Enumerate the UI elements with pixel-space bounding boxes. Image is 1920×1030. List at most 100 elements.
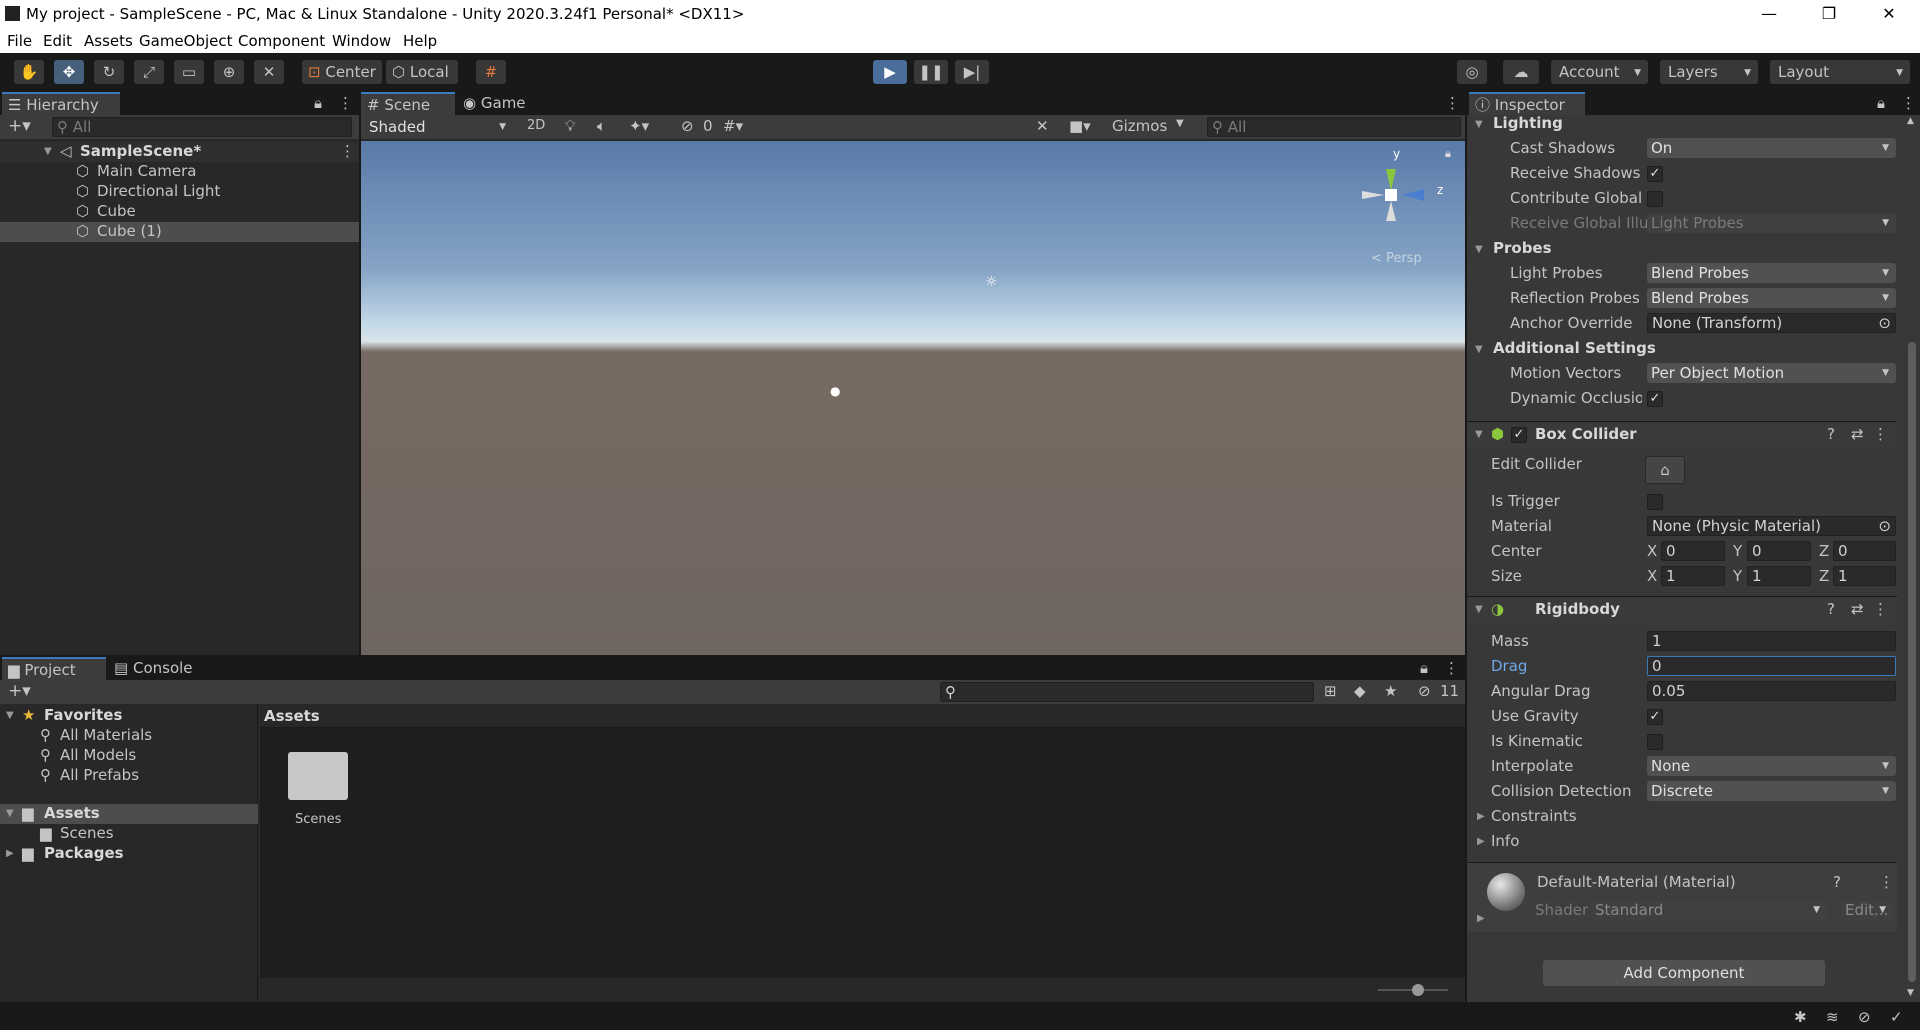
angular-drag-field[interactable]: 0.05 (1647, 681, 1896, 701)
scene-viewport[interactable]: ☼ ● y z 🔒︎ < Persp (361, 141, 1465, 655)
breadcrumb-assets[interactable]: Assets (264, 707, 320, 725)
tab-game[interactable]: ◉ Game (457, 92, 547, 115)
list-item[interactable]: ⬡ Cube (0, 202, 359, 222)
hierarchy-search-input[interactable]: ⚲ All (52, 117, 352, 137)
cast-shadows-dropdown[interactable]: On (1647, 138, 1896, 158)
step-button[interactable]: ▶| (955, 60, 989, 84)
hidden-objects-icon[interactable]: ⊘ (681, 117, 694, 135)
menu-gameobject[interactable]: GameObject (139, 32, 233, 50)
scene-search-input[interactable]: ⚲ All (1207, 117, 1461, 137)
ok-status-icon[interactable]: ✓ (1890, 1008, 1903, 1026)
is-trigger-checkbox[interactable] (1647, 494, 1663, 510)
favorites-label[interactable]: Favorites (44, 706, 122, 724)
collapse-arrow-icon[interactable]: ▶ (1477, 811, 1485, 822)
play-button[interactable]: ▶ (873, 60, 907, 84)
favorite-star-icon[interactable]: ★ (1384, 682, 1397, 700)
size-y-field[interactable]: 1 (1747, 566, 1811, 586)
receive-shadows-checkbox[interactable]: ✓ (1647, 166, 1663, 182)
camera-icon[interactable]: ■▾ (1069, 117, 1091, 135)
is-kinematic-checkbox[interactable] (1647, 734, 1663, 750)
expand-arrow-icon[interactable]: ▼ (1475, 344, 1483, 355)
tools-icon[interactable]: ✕ (1036, 117, 1049, 135)
minimize-button[interactable]: — (1740, 0, 1798, 28)
menu-component[interactable]: Component (238, 32, 325, 50)
project-search-input[interactable]: ⚲ (940, 682, 1314, 702)
scenes-tree-item[interactable]: Scenes (60, 824, 114, 842)
center-x-field[interactable]: 0 (1661, 541, 1725, 561)
scene-more-icon[interactable]: ⋮ (340, 142, 355, 160)
edit-collider-button[interactable]: ⌂ (1645, 456, 1685, 484)
add-component-button[interactable]: Add Component (1543, 960, 1825, 986)
info-foldout[interactable]: Info (1491, 832, 1519, 850)
toggle-2d-button[interactable]: 2D (527, 118, 545, 133)
perspective-label[interactable]: < Persp (1371, 251, 1422, 266)
more-icon[interactable]: ⋮ (1873, 600, 1888, 618)
lock-icon[interactable]: 🔒︎ (1877, 94, 1885, 112)
pivot-local-toggle[interactable]: ⬡ Local (386, 60, 458, 84)
asset-folder-label[interactable]: Scenes (295, 812, 341, 827)
more-icon[interactable]: ⋮ (1444, 659, 1459, 677)
shader-dropdown[interactable]: Standard (1591, 900, 1827, 920)
rotate-tool-icon[interactable]: ↻ (94, 60, 124, 84)
use-gravity-checkbox[interactable]: ✓ (1647, 709, 1663, 725)
shading-mode-dropdown[interactable]: Shaded (365, 117, 513, 137)
layers-dropdown[interactable]: Layers (1660, 60, 1758, 85)
pause-button[interactable]: ❚❚ (914, 60, 948, 84)
reflection-probes-dropdown[interactable]: Blend Probes (1647, 288, 1896, 308)
expand-arrow-icon[interactable]: ▼ (44, 146, 52, 157)
fav-all-models[interactable]: All Models (60, 746, 136, 764)
collapse-arrow-icon[interactable]: ▶ (6, 848, 14, 859)
scroll-up-icon[interactable]: ▲ (1907, 116, 1914, 126)
help-icon[interactable]: ? (1833, 873, 1841, 891)
assets-tree-item[interactable]: ▼ ▆ Assets (0, 804, 258, 824)
list-item[interactable]: ⬡ Cube (1) (0, 222, 359, 242)
box-collider-header[interactable]: ▼ ⬢ ✓ Box Collider ? ⇄ ⋮ (1467, 421, 1897, 448)
effects-toggle-icon[interactable]: ✦▾ (629, 117, 649, 135)
grid-snap-icon[interactable]: # (476, 60, 506, 84)
lighting-header[interactable]: Lighting (1493, 114, 1563, 132)
zoom-slider-handle[interactable] (1412, 984, 1424, 996)
shader-edit-button[interactable]: Edit... (1841, 900, 1893, 920)
rigidbody-header[interactable]: ▼ ◑ Rigidbody ? ⇄ ⋮ (1467, 596, 1897, 623)
constraints-foldout[interactable]: Constraints (1491, 807, 1577, 825)
collapse-arrow-icon[interactable]: ▶ (1477, 913, 1485, 924)
preset-icon[interactable]: ⇄ (1851, 600, 1864, 618)
box-collider-enabled-checkbox[interactable]: ✓ (1511, 427, 1527, 443)
additional-settings-header[interactable]: Additional Settings (1493, 339, 1656, 357)
pivot-center-toggle[interactable]: ⊡ Center (302, 60, 382, 84)
cloud-icon[interactable]: ☁ (1503, 60, 1539, 84)
maximize-button[interactable]: ❐ (1800, 0, 1858, 28)
transform-tool-icon[interactable]: ⊕ (214, 60, 244, 84)
orientation-gizmo-icon[interactable] (1354, 149, 1444, 249)
expand-arrow-icon[interactable]: ▼ (1475, 119, 1483, 130)
directional-light-icon[interactable]: ☼ (985, 274, 998, 290)
lighting-toggle-icon[interactable]: 💡︎ (565, 117, 576, 135)
rect-tool-icon[interactable]: ▭ (174, 60, 204, 84)
collapse-arrow-icon[interactable]: ▶ (1477, 836, 1485, 847)
inspector-scrollbar[interactable]: ▲ ▼ (1905, 116, 1919, 1002)
fav-all-prefabs[interactable]: All Prefabs (60, 766, 139, 784)
anchor-override-field[interactable]: None (Transform) ⊙ (1647, 313, 1896, 333)
grid-toggle-icon[interactable]: #▾ (723, 117, 743, 135)
object-picker-icon[interactable]: ⊙ (1878, 517, 1891, 535)
collider-material-field[interactable]: None (Physic Material) ⊙ (1647, 516, 1896, 536)
more-icon[interactable]: ⋮ (338, 94, 353, 112)
move-tool-icon[interactable]: ✥ (54, 60, 84, 84)
object-picker-icon[interactable]: ⊙ (1878, 314, 1891, 332)
hand-tool-icon[interactable]: ✋ (14, 60, 44, 84)
more-icon[interactable]: ⋮ (1879, 873, 1894, 891)
tab-hierarchy[interactable]: ☰ Hierarchy (2, 92, 120, 115)
audio-toggle-icon[interactable]: 🔈︎ (597, 117, 606, 135)
motion-vectors-dropdown[interactable]: Per Object Motion (1647, 363, 1896, 383)
lock-icon[interactable]: 🔒︎ (1420, 659, 1428, 677)
expand-arrow-icon[interactable]: ▼ (6, 710, 14, 721)
scene-root-row[interactable]: ▼ ◁ SampleScene* ⋮ (0, 142, 359, 162)
menu-edit[interactable]: Edit (43, 32, 72, 50)
interpolate-dropdown[interactable]: None (1647, 756, 1896, 776)
help-icon[interactable]: ? (1827, 425, 1835, 443)
more-icon[interactable]: ⋮ (1901, 94, 1916, 112)
mass-field[interactable]: 1 (1647, 631, 1896, 651)
scrollbar-thumb[interactable] (1908, 342, 1916, 982)
size-x-field[interactable]: 1 (1661, 566, 1725, 586)
layers-status-icon[interactable]: ≋ (1826, 1008, 1839, 1026)
